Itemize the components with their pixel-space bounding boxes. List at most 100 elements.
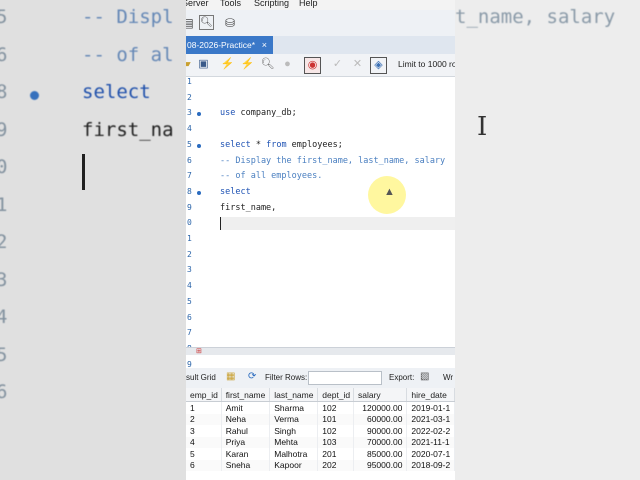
text-cursor-icon: I [477, 112, 488, 142]
table-row[interactable]: 3 Rahul Singh 102 90000.00 2022-02-2 [186, 425, 455, 437]
main-toolbar: ▤ 🔍︎ ⛁ [186, 10, 455, 37]
filter-rows-label: Filter Rows: [265, 373, 308, 382]
background-right-text: t_name, salary [455, 6, 616, 28]
text-caret [220, 217, 221, 231]
grid-view-icon[interactable]: ▦ [226, 371, 235, 382]
table-cell[interactable]: Amit [221, 401, 271, 414]
result-grid-label[interactable]: sult Grid [186, 373, 216, 382]
table-cell[interactable]: 2022-02-2 [406, 425, 455, 437]
table-cell[interactable]: 1 [186, 401, 222, 414]
commit-icon[interactable]: ✓ [330, 57, 345, 72]
table-cell[interactable]: 2021-11-1 [406, 436, 455, 448]
table-cell[interactable]: 70000.00 [353, 436, 408, 448]
table-cell[interactable]: 102 [317, 425, 354, 437]
explain-icon[interactable]: 🔍︎ [260, 57, 275, 72]
close-icon[interactable]: × [262, 36, 267, 54]
refresh-icon[interactable]: ⟳ [248, 371, 256, 382]
export-icon[interactable]: ▧ [420, 371, 429, 382]
table-cell[interactable]: Malhotra [269, 448, 319, 460]
table-cell[interactable]: 95000.00 [353, 459, 408, 471]
table-cell[interactable]: 120000.00 [353, 401, 408, 414]
autocommit-icon[interactable]: ◈ [370, 57, 387, 74]
execute-current-icon[interactable]: ⚡ [240, 57, 255, 72]
tab-label: 08-2026-Practice* [187, 40, 256, 50]
table-cell[interactable]: 202 [317, 459, 354, 471]
table-cell[interactable]: 2019-01-1 [406, 401, 455, 414]
table-cell[interactable]: Verma [269, 413, 319, 425]
current-line-highlight [220, 217, 455, 231]
line-number: 6 [187, 155, 192, 165]
filter-rows-input[interactable] [308, 371, 382, 385]
table-cell[interactable]: 90000.00 [353, 425, 408, 437]
code-line: select [220, 186, 251, 197]
table-cell[interactable]: 6 [186, 459, 222, 471]
column-header[interactable]: last_name [269, 388, 319, 402]
mouse-pointer-icon: ▲ [384, 186, 395, 198]
table-cell[interactable]: 201 [317, 448, 354, 460]
background-zoom-right: t_name, salary I [455, 0, 640, 480]
table-cell[interactable]: 2021-03-1 [406, 413, 455, 425]
tab-query-file[interactable]: 08-2026-Practice* × [186, 36, 273, 54]
table-cell[interactable]: 60000.00 [353, 413, 408, 425]
menubar: Server Tools Scripting Help [186, 0, 455, 10]
table-row[interactable]: 5 Karan Malhotra 201 85000.00 2020-07-1 [186, 448, 455, 460]
line-number: 5 [187, 296, 192, 306]
sql-open-icon[interactable]: ▤ [186, 15, 196, 31]
background-dim [0, 0, 186, 480]
code-line: -- of all employees. [220, 171, 323, 182]
column-header[interactable]: salary [353, 388, 408, 402]
line-number: 6 [187, 312, 192, 322]
limit-rows-select[interactable]: Limit to 1000 rov [398, 59, 455, 69]
table-cell[interactable]: Sharma [269, 401, 319, 414]
menu-help[interactable]: Help [299, 0, 318, 8]
table-cell[interactable]: Sneha [221, 459, 271, 471]
menu-server[interactable]: Server [186, 0, 209, 8]
table-cell[interactable]: Neha [221, 413, 271, 425]
table-row[interactable]: 4 Priya Mehta 103 70000.00 2021-11-1 [186, 436, 455, 448]
execute-icon[interactable]: ⚡ [220, 57, 235, 72]
tab-strip: 08-2026-Practice* × [186, 36, 455, 54]
table-cell[interactable]: Priya [221, 436, 271, 448]
migration-icon[interactable]: ⛁ [222, 15, 238, 31]
table-cell[interactable]: 85000.00 [353, 448, 408, 460]
open-folder-icon[interactable]: ▰ [186, 57, 194, 72]
save-icon[interactable]: ▣ [196, 57, 211, 72]
line-number: 7 [187, 171, 192, 181]
rollback-icon[interactable]: ✕ [350, 57, 365, 72]
table-cell[interactable]: 2 [186, 413, 222, 425]
code-line: select * from employees; [220, 139, 343, 150]
table-row[interactable]: 1 Amit Sharma 102 120000.00 2019-01-1 [186, 401, 455, 414]
table-row[interactable]: 6 Sneha Kapoor 202 95000.00 2018-09-2 [186, 459, 455, 471]
table-cell[interactable]: 101 [317, 413, 354, 425]
table-cell[interactable]: 103 [317, 436, 354, 448]
line-number: 9 [187, 202, 192, 212]
wrap-label[interactable]: Wr [443, 373, 453, 382]
table-row[interactable]: 2 Neha Verma 101 60000.00 2021-03-1 [186, 413, 455, 425]
menu-scripting[interactable]: Scripting [254, 0, 289, 8]
sql-editor[interactable]: 1 2 3 use company_db; 4 5 select * from employ… [186, 77, 455, 369]
toggle-errors-icon[interactable]: ◉ [304, 57, 321, 74]
table-cell[interactable]: 4 [186, 436, 222, 448]
menu-tools[interactable]: Tools [220, 0, 241, 8]
export-label: Export: [389, 373, 415, 382]
table-cell[interactable]: 3 [186, 425, 222, 437]
table-cell[interactable]: 2020-07-1 [406, 448, 455, 460]
line-number: 4 [187, 124, 192, 134]
table-cell[interactable]: Kapoor [269, 459, 319, 471]
panel-splitter[interactable]: ⊞ [186, 347, 455, 355]
table-cell[interactable]: 2018-09-2 [406, 459, 455, 471]
output-toggle-icon[interactable]: ⊞ [196, 347, 202, 355]
column-header[interactable]: first_name [221, 388, 271, 402]
table-cell[interactable]: 102 [317, 401, 354, 414]
stop-icon[interactable]: ● [280, 57, 295, 72]
column-header[interactable]: emp_id [186, 388, 222, 402]
table-cell[interactable]: Singh [269, 425, 319, 437]
line-number: 1 [187, 77, 192, 86]
table-cell[interactable]: Rahul [221, 425, 271, 437]
column-header[interactable]: dept_id [317, 388, 354, 402]
table-cell[interactable]: 5 [186, 448, 222, 460]
column-header[interactable]: hire_date [406, 388, 455, 402]
table-cell[interactable]: Mehta [269, 436, 319, 448]
inspect-icon[interactable]: 🔍︎ [199, 15, 214, 30]
table-cell[interactable]: Karan [221, 448, 271, 460]
